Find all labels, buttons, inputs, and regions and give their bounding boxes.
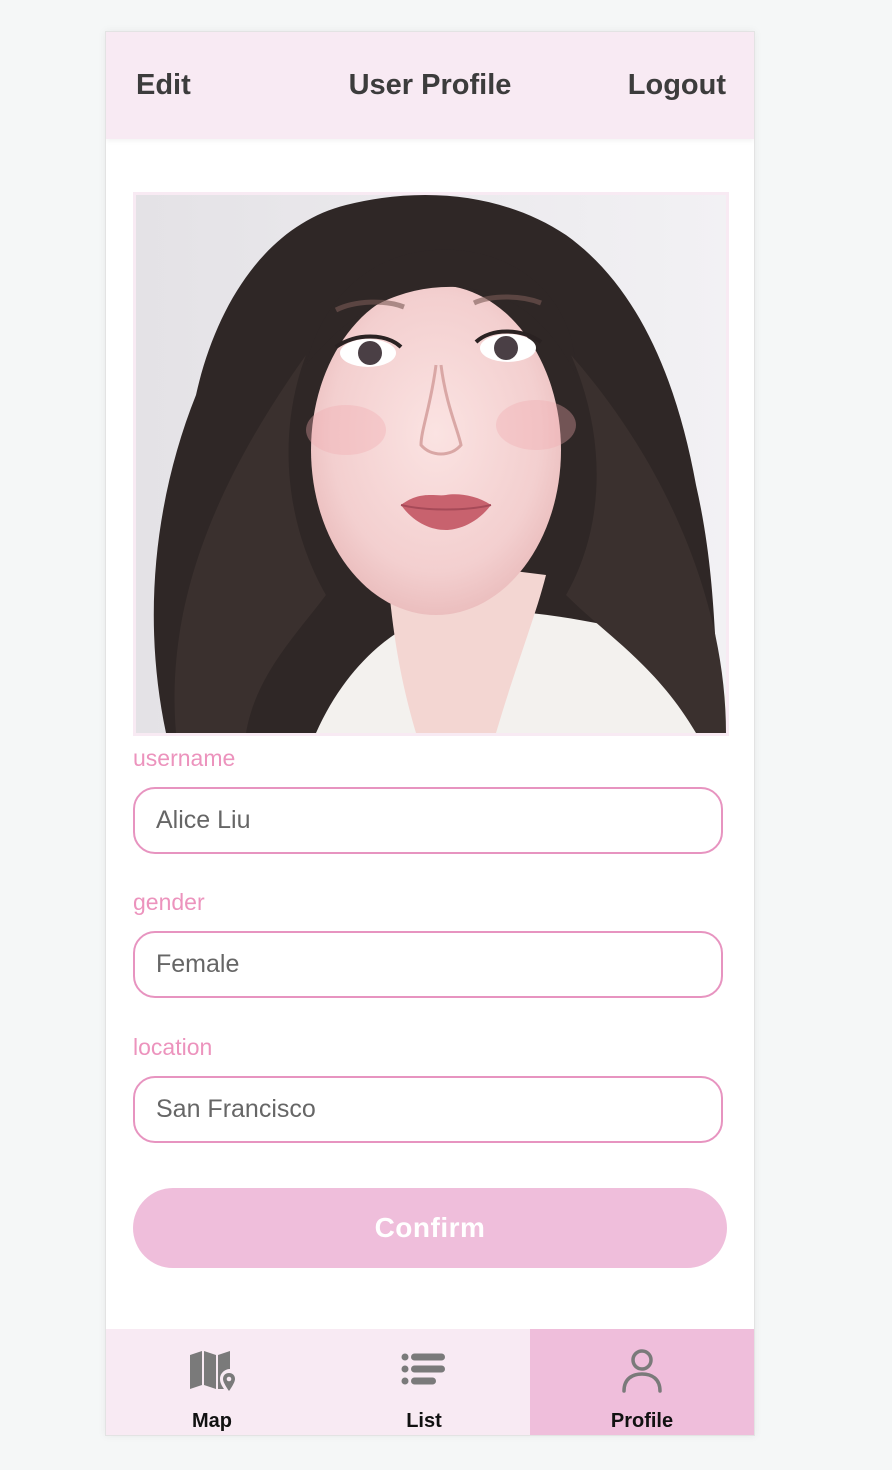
username-input[interactable]	[133, 787, 723, 854]
app-window: Edit User Profile Logout username Alice …	[105, 31, 755, 1436]
profile-photo-illustration	[136, 195, 726, 733]
location-label: location	[133, 1034, 213, 1060]
profile-photo	[133, 192, 729, 736]
gender-label: gender	[133, 889, 205, 915]
confirm-button[interactable]: Confirm	[133, 1188, 727, 1268]
tab-map-label: Map	[192, 1410, 232, 1432]
logout-button[interactable]: Logout	[628, 68, 726, 102]
tab-profile-label: Profile	[610, 1410, 674, 1432]
tab-list[interactable]: List	[318, 1329, 530, 1435]
tab-list-label: List	[406, 1410, 442, 1432]
location-input[interactable]	[133, 1076, 723, 1143]
bottom-tab-bar: Map List Profile	[106, 1329, 754, 1435]
map-pin-icon	[190, 1351, 235, 1391]
user-icon	[622, 1349, 662, 1393]
list-icon	[401, 1353, 445, 1385]
top-app-bar: Edit User Profile Logout	[106, 32, 754, 139]
gender-input[interactable]	[133, 931, 723, 998]
tab-profile[interactable]: Profile	[530, 1329, 754, 1435]
username-label: username	[133, 745, 236, 771]
tab-map[interactable]: Map	[106, 1329, 318, 1435]
